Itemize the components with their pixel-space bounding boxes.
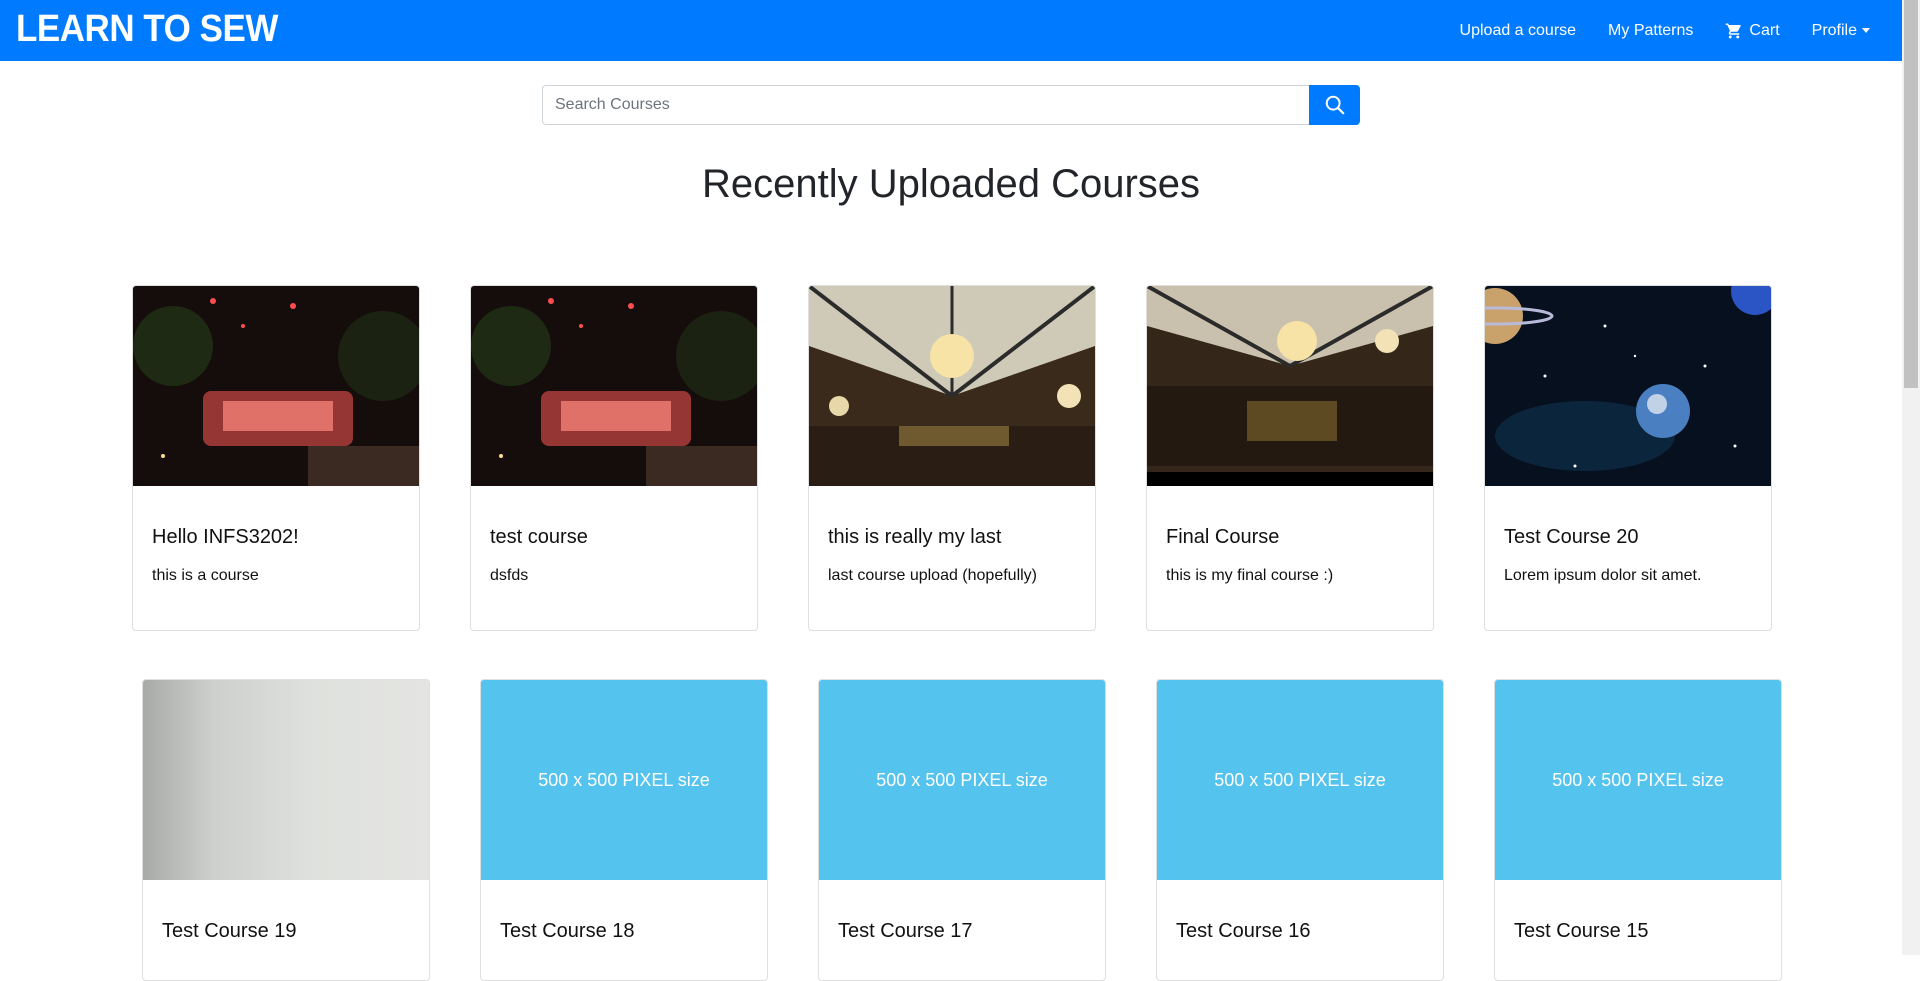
course-title: Test Course 20 bbox=[1504, 526, 1639, 548]
course-card[interactable]: this is really my last last course uploa… bbox=[808, 285, 1096, 631]
card-body: Hello INFS3202! this is a course bbox=[133, 486, 419, 623]
scrollbar-thumb[interactable] bbox=[1904, 0, 1918, 388]
course-title: Test Course 17 bbox=[838, 920, 973, 942]
course-description: last course upload (hopefully) bbox=[828, 567, 1038, 584]
course-card[interactable]: Final Course this is my final course :) bbox=[1146, 285, 1434, 631]
card-body: Test Course 18 bbox=[481, 880, 767, 980]
nav-my-patterns-link[interactable]: My Patterns bbox=[1608, 22, 1693, 40]
course-card[interactable]: 500 x 500 PIXEL size Test Course 17 bbox=[818, 679, 1106, 981]
card-body: Test Course 19 bbox=[143, 880, 429, 980]
course-thumbnail bbox=[1485, 286, 1771, 486]
card-body: test course dsfds bbox=[471, 486, 757, 623]
search-button[interactable] bbox=[1309, 85, 1360, 125]
nav-cart-link[interactable]: Cart bbox=[1725, 21, 1780, 40]
card-body: Test Course 17 bbox=[819, 880, 1105, 980]
page-scrollbar[interactable] bbox=[1902, 0, 1920, 955]
course-thumbnail-placeholder: 500 x 500 PIXEL size bbox=[481, 680, 767, 880]
course-thumbnail bbox=[809, 286, 1095, 486]
course-card[interactable]: Hello INFS3202! this is a course bbox=[132, 285, 420, 631]
course-title: Test Course 18 bbox=[500, 920, 635, 942]
course-thumbnail bbox=[143, 680, 429, 880]
course-card[interactable]: test course dsfds bbox=[470, 285, 758, 631]
course-description: this is a course bbox=[152, 567, 259, 584]
caret-down-icon bbox=[1862, 28, 1870, 33]
course-title: Hello INFS3202! bbox=[152, 526, 299, 548]
brand-logo[interactable]: LEARN TO SEW bbox=[16, 8, 278, 51]
course-title: test course bbox=[490, 526, 588, 548]
nav-cart-label: Cart bbox=[1749, 21, 1780, 39]
nav-profile-label: Profile bbox=[1811, 21, 1857, 39]
course-thumbnail-placeholder: 500 x 500 PIXEL size bbox=[1495, 680, 1781, 880]
course-thumbnail-placeholder: 500 x 500 PIXEL size bbox=[819, 680, 1105, 880]
search-input[interactable] bbox=[542, 85, 1309, 125]
course-card[interactable]: 500 x 500 PIXEL size Test Course 18 bbox=[480, 679, 768, 981]
card-body: Final Course this is my final course :) bbox=[1147, 486, 1433, 623]
top-navbar: LEARN TO SEW Upload a course My Patterns… bbox=[0, 0, 1902, 61]
course-title: Final Course bbox=[1166, 526, 1280, 548]
course-card[interactable]: Test Course 19 bbox=[142, 679, 430, 981]
nav-my-patterns-label: My Patterns bbox=[1608, 21, 1694, 39]
course-description: this is my final course :) bbox=[1166, 567, 1334, 584]
course-thumbnail bbox=[1147, 286, 1433, 486]
nav-upload-course-link[interactable]: Upload a course bbox=[1460, 22, 1577, 40]
nav-upload-course-label: Upload a course bbox=[1459, 21, 1577, 39]
course-card[interactable]: Test Course 20 Lorem ipsum dolor sit ame… bbox=[1484, 285, 1772, 631]
card-body: Test Course 15 bbox=[1495, 880, 1781, 980]
nav-profile-dropdown[interactable]: Profile bbox=[1812, 22, 1870, 40]
course-description: Lorem ipsum dolor sit amet. bbox=[1504, 567, 1702, 584]
course-title: Test Course 16 bbox=[1176, 920, 1311, 942]
course-card[interactable]: 500 x 500 PIXEL size Test Course 16 bbox=[1156, 679, 1444, 981]
course-card[interactable]: 500 x 500 PIXEL size Test Course 15 bbox=[1494, 679, 1782, 981]
course-thumbnail bbox=[133, 286, 419, 486]
search-bar bbox=[542, 85, 1360, 125]
course-title: Test Course 19 bbox=[162, 920, 297, 942]
card-body: this is really my last last course uploa… bbox=[809, 486, 1095, 623]
course-thumbnail bbox=[471, 286, 757, 486]
search-icon bbox=[1325, 95, 1344, 115]
course-thumbnail-placeholder: 500 x 500 PIXEL size bbox=[1157, 680, 1443, 880]
card-body: Test Course 16 bbox=[1157, 880, 1443, 980]
course-description: dsfds bbox=[490, 567, 529, 584]
card-body: Test Course 20 Lorem ipsum dolor sit ame… bbox=[1485, 486, 1771, 623]
course-title: Test Course 15 bbox=[1514, 920, 1649, 942]
course-title: this is really my last bbox=[828, 526, 1002, 548]
page-title: Recently Uploaded Courses bbox=[701, 162, 1201, 206]
nav-links: Upload a course My Patterns Cart Profile bbox=[1428, 0, 1870, 61]
cart-icon bbox=[1726, 23, 1742, 38]
